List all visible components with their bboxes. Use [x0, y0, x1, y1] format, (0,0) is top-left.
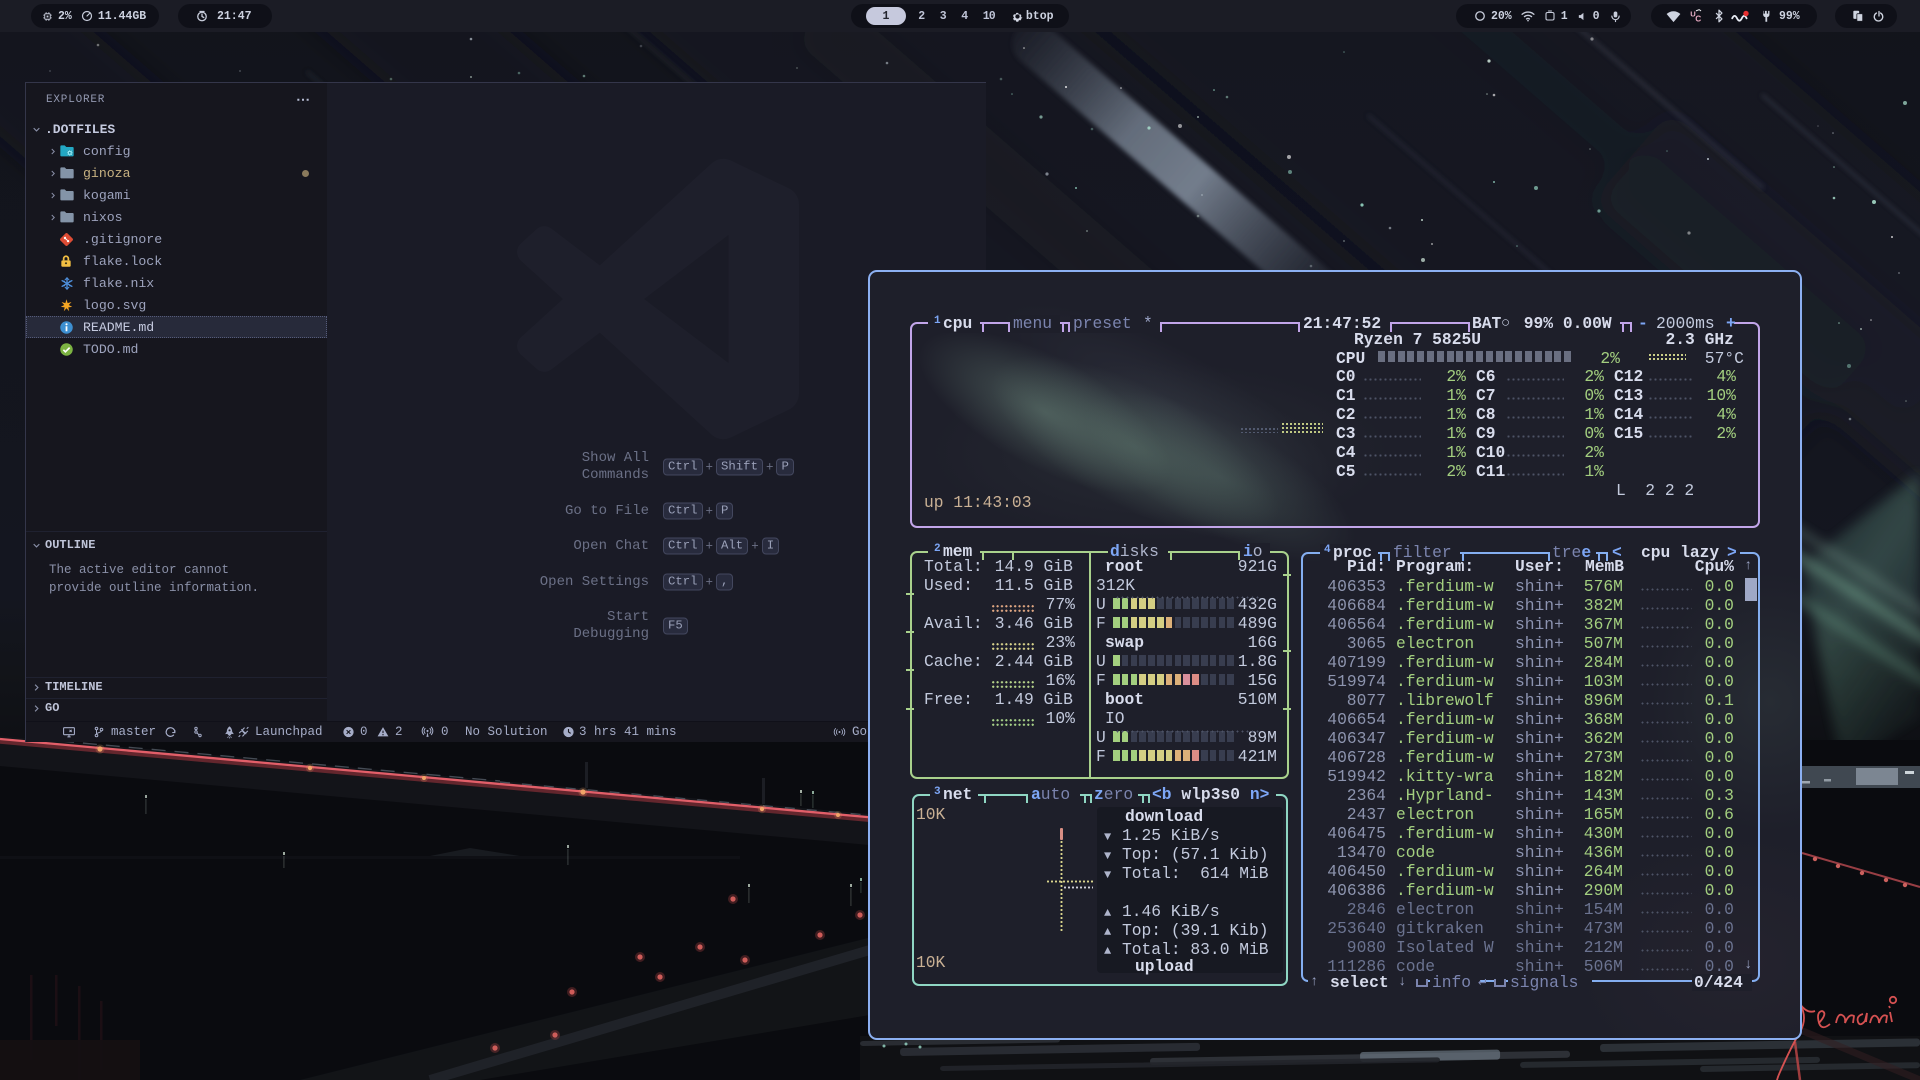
svg-text:C: C: [1695, 15, 1701, 23]
